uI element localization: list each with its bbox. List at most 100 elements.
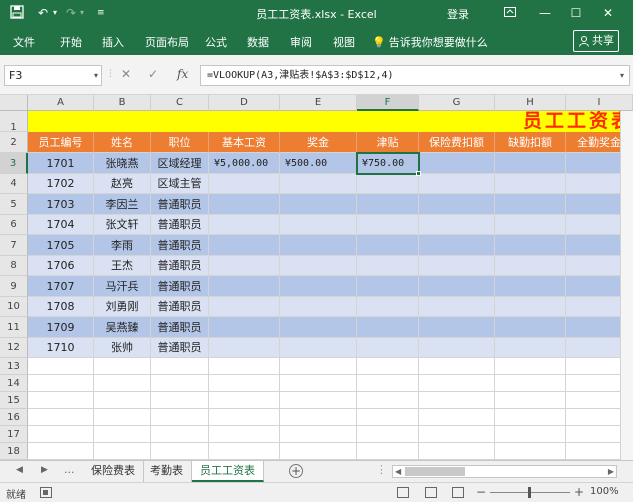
cell-a2[interactable]: 员工编号 [28, 132, 94, 153]
expand-formula-bar-icon[interactable]: ▾ [620, 66, 624, 85]
cell-b11[interactable]: 吴燕臻 [94, 317, 151, 338]
cell-c15[interactable] [151, 392, 209, 409]
cell-g5[interactable] [419, 194, 495, 215]
cell-h17[interactable] [495, 426, 566, 443]
cell-c9[interactable]: 普通职员 [151, 276, 209, 297]
cell-h13[interactable] [495, 358, 566, 375]
cell-d18[interactable] [209, 443, 280, 460]
cell-a13[interactable] [28, 358, 94, 375]
cell-h12[interactable] [495, 338, 566, 358]
cell-h8[interactable] [495, 256, 566, 276]
cell-f5[interactable] [357, 194, 419, 215]
cell-c10[interactable]: 普通职员 [151, 297, 209, 317]
cell-f11[interactable] [357, 317, 419, 338]
tab-review[interactable]: 审阅 [290, 34, 312, 50]
cell-d7[interactable] [209, 235, 280, 256]
cell-c13[interactable] [151, 358, 209, 375]
cell-g9[interactable] [419, 276, 495, 297]
row-header-10[interactable]: 10 [0, 297, 28, 317]
cell-e17[interactable] [280, 426, 357, 443]
tab-data[interactable]: 数据 [247, 34, 269, 50]
tell-me-search[interactable]: 💡 告诉我你想要做什么 [372, 34, 488, 50]
close-icon[interactable]: ✕ [598, 4, 618, 22]
cell-d10[interactable] [209, 297, 280, 317]
cell-a6[interactable]: 1704 [28, 215, 94, 235]
row-header-14[interactable]: 14 [0, 375, 28, 392]
cell-f13[interactable] [357, 358, 419, 375]
cell-h7[interactable] [495, 235, 566, 256]
scroll-right-icon[interactable]: ▶ [608, 466, 614, 477]
cell-f10[interactable] [357, 297, 419, 317]
cell-e16[interactable] [280, 409, 357, 426]
next-sheet-icon[interactable]: ▶ [41, 465, 48, 475]
cell-e14[interactable] [280, 375, 357, 392]
cell-f12[interactable] [357, 338, 419, 358]
cell-b17[interactable] [94, 426, 151, 443]
cell-a17[interactable] [28, 426, 94, 443]
cell-c7[interactable]: 普通职员 [151, 235, 209, 256]
cell-c14[interactable] [151, 375, 209, 392]
cell-h9[interactable] [495, 276, 566, 297]
prev-sheet-icon[interactable]: ◀ [16, 465, 23, 475]
cell-c12[interactable]: 普通职员 [151, 338, 209, 358]
ribbon-display-options-icon[interactable] [500, 4, 520, 22]
fill-handle[interactable] [416, 171, 421, 176]
cell-h3[interactable] [495, 153, 566, 174]
cell-d11[interactable] [209, 317, 280, 338]
cell-d17[interactable] [209, 426, 280, 443]
tab-page-layout[interactable]: 页面布局 [145, 34, 189, 50]
cell-d14[interactable] [209, 375, 280, 392]
cell-c4[interactable]: 区域主管 [151, 174, 209, 194]
cell-e6[interactable] [280, 215, 357, 235]
cell-a3[interactable]: 1701 [28, 153, 94, 174]
cell-h15[interactable] [495, 392, 566, 409]
cell-a7[interactable]: 1705 [28, 235, 94, 256]
column-header-b[interactable]: B [94, 95, 151, 111]
row-header-13[interactable]: 13 [0, 358, 28, 375]
row-header-9[interactable]: 9 [0, 276, 28, 297]
cell-a8[interactable]: 1706 [28, 256, 94, 276]
cell-e5[interactable] [280, 194, 357, 215]
column-header-e[interactable]: E [280, 95, 357, 111]
page-layout-view-icon[interactable] [425, 487, 437, 498]
select-all-corner[interactable] [0, 95, 28, 111]
row-header-18[interactable]: 18 [0, 443, 28, 460]
cell-b10[interactable]: 刘勇刚 [94, 297, 151, 317]
cell-e10[interactable] [280, 297, 357, 317]
vertical-scrollbar[interactable] [620, 111, 633, 460]
worksheet-grid[interactable]: 员工工资表 A B C D E F G H I 1 2 3 4 5 6 7 8 9 10 11 12 13 14 15 16 17… [0, 95, 633, 460]
tab-sheet-salary[interactable]: 员工工资表 [192, 461, 264, 482]
cell-c11[interactable]: 普通职员 [151, 317, 209, 338]
cell-g8[interactable] [419, 256, 495, 276]
cell-f7[interactable] [357, 235, 419, 256]
cell-h11[interactable] [495, 317, 566, 338]
column-header-c[interactable]: C [151, 95, 209, 111]
tab-home[interactable]: 开始 [60, 34, 82, 50]
horizontal-scrollbar[interactable]: ◀ ▶ [392, 465, 617, 478]
tab-sheet-attendance[interactable]: 考勤表 [142, 461, 192, 482]
cell-g6[interactable] [419, 215, 495, 235]
cell-a11[interactable]: 1709 [28, 317, 94, 338]
cancel-icon[interactable]: ✕ [121, 67, 131, 81]
minimize-icon[interactable]: — [535, 4, 555, 22]
cell-e12[interactable] [280, 338, 357, 358]
cell-a18[interactable] [28, 443, 94, 460]
more-sheets-button[interactable]: ... [64, 463, 75, 476]
cell-e13[interactable] [280, 358, 357, 375]
zoom-out-icon[interactable]: − [476, 485, 486, 499]
cell-h2[interactable]: 缺勤扣额 [495, 132, 566, 153]
cell-h16[interactable] [495, 409, 566, 426]
tab-file[interactable]: 文件 [13, 34, 35, 50]
cell-f16[interactable] [357, 409, 419, 426]
cell-b15[interactable] [94, 392, 151, 409]
cell-f15[interactable] [357, 392, 419, 409]
zoom-slider-handle[interactable] [528, 487, 531, 498]
cell-g3[interactable] [419, 153, 495, 174]
cell-b4[interactable]: 赵亮 [94, 174, 151, 194]
cell-c2[interactable]: 职位 [151, 132, 209, 153]
cell-d2[interactable]: 基本工资 [209, 132, 280, 153]
cell-h18[interactable] [495, 443, 566, 460]
row-header-3[interactable]: 3 [0, 153, 28, 174]
cell-b7[interactable]: 李雨 [94, 235, 151, 256]
cell-g7[interactable] [419, 235, 495, 256]
